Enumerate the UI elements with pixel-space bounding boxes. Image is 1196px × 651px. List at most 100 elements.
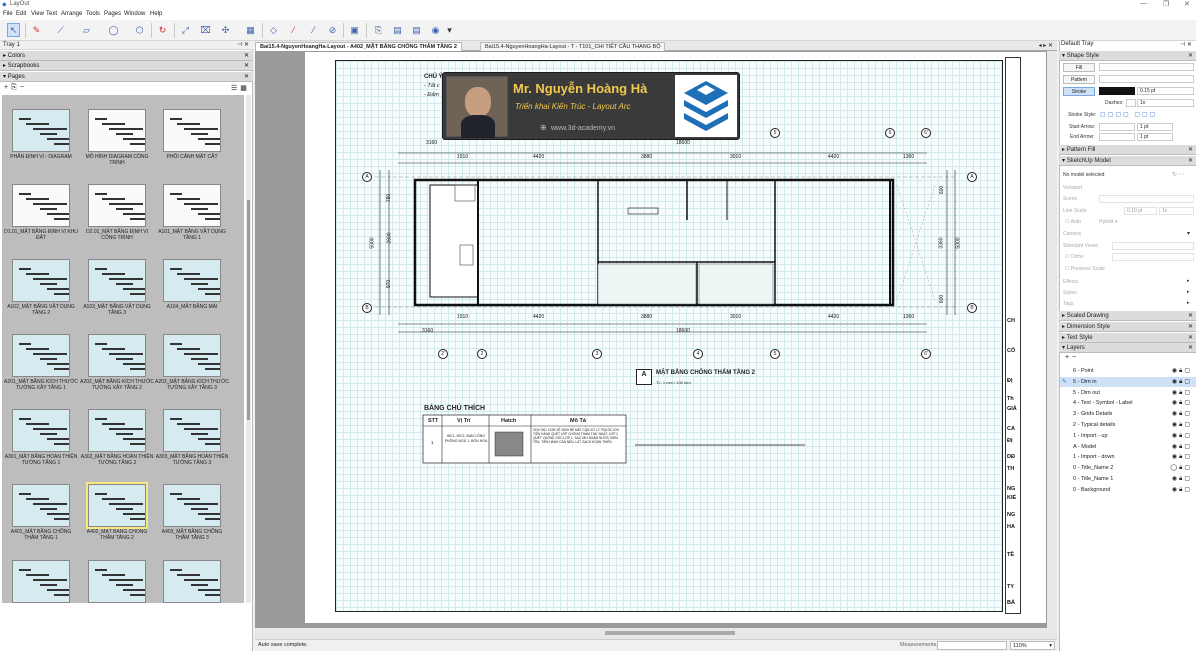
close-icon[interactable]: ✕ xyxy=(1188,156,1193,166)
layer-row[interactable]: ✎ 5 - Dim in ◉🔒︎▢ xyxy=(1060,376,1196,387)
scroll-thumb[interactable] xyxy=(247,200,250,420)
visibility-eye-icon[interactable]: ◉🔒︎▢ xyxy=(1172,409,1192,419)
auto-checkbox[interactable]: ☐ Auto xyxy=(1065,219,1081,225)
menu-pages[interactable]: Pages xyxy=(104,11,121,17)
page-thumbnail[interactable]: A302_MẶT BẰNG HOÀN THIỆN TƯỜNG TẦNG 2 xyxy=(80,409,154,466)
layer-row[interactable]: 4 - Text - Symbol - Label ◉🔒︎▢ xyxy=(1060,398,1196,408)
visibility-eye-icon[interactable]: ◉🔒︎▢ xyxy=(1172,420,1192,430)
line-scale-mult[interactable]: 1x xyxy=(1159,207,1194,215)
page-thumbnail[interactable] xyxy=(155,560,229,603)
duplicate-page-icon[interactable]: ▤ xyxy=(410,23,423,37)
sample-icon[interactable]: ⁄ xyxy=(307,23,320,37)
dash-scale-select[interactable]: 1x xyxy=(1137,99,1194,107)
page-thumbnail[interactable]: A202_MẶT BẰNG KÍCH THƯỚC TƯỜNG XÂY TẦNG … xyxy=(80,334,154,391)
pages-section-header[interactable]: ▾ Pages ✕ xyxy=(0,72,253,82)
visibility-eye-icon[interactable]: ◉🔒︎▢ xyxy=(1172,366,1192,376)
page-thumbnail[interactable] xyxy=(4,560,78,603)
refresh-icon[interactable]: ↻ ⋯ xyxy=(1172,171,1185,178)
close-window-button[interactable]: ✕ xyxy=(1184,0,1190,8)
fill-swatch[interactable] xyxy=(1099,63,1194,71)
close-icon[interactable]: ✕ xyxy=(1188,51,1193,61)
menu-edit[interactable]: Edit xyxy=(16,11,26,17)
pattern-swatch[interactable] xyxy=(1099,75,1194,83)
page-thumbnail[interactable]: A401_MẶT BẰNG CHỐNG THẤM TẦNG 1 xyxy=(4,484,78,541)
dimension-icon[interactable]: ⤢ xyxy=(179,23,192,37)
scene-select[interactable] xyxy=(1099,195,1194,203)
close-icon[interactable]: ✕ xyxy=(1188,343,1193,353)
fill-button[interactable]: Fill xyxy=(1063,63,1095,72)
menu-text[interactable]: Text xyxy=(46,11,57,17)
document-tab-active[interactable]: Bai15.4-NguyenHoangHa-Layout - A402_MẶT … xyxy=(255,42,462,51)
visibility-eye-icon[interactable]: ◉🔒︎▢ xyxy=(1172,398,1192,408)
layer-row[interactable]: A - Model ◉🔒︎▢ xyxy=(1060,442,1196,452)
start-arrow-select[interactable] xyxy=(1099,123,1135,131)
scrapbooks-section-header[interactable]: ▸ Scrapbooks ✕ xyxy=(0,61,253,71)
page-thumbnail[interactable]: A201_MẶT BẰNG KÍCH THƯỚC TƯỜNG XÂY TẦNG … xyxy=(4,334,78,391)
zoom-select[interactable]: 110% ▾ xyxy=(1010,641,1055,650)
layer-row[interactable]: 0 - Background ◉🔒︎▢ xyxy=(1060,485,1196,495)
visibility-eye-icon[interactable]: ◉🔒︎▢ xyxy=(1172,474,1192,484)
tags-row[interactable]: Tags xyxy=(1063,301,1074,307)
canvas-horizontal-scrollbar[interactable] xyxy=(255,628,1057,639)
presentation-icon[interactable]: ▣ xyxy=(348,23,361,37)
line-icon[interactable]: ⟋ xyxy=(54,23,67,37)
ortho-scale-select[interactable] xyxy=(1112,253,1194,261)
join-icon[interactable]: ⊘ xyxy=(326,23,339,37)
page-thumbnail[interactable]: A203_MẶT BẰNG KÍCH THƯỚC TƯỜNG XÂY TẦNG … xyxy=(155,334,229,391)
add-page-icon[interactable]: ⎘ xyxy=(372,23,385,37)
close-icon[interactable]: ✕ xyxy=(1188,311,1193,321)
page-thumbnail[interactable]: A403_MẶT BẰNG CHỐNG THẤM TẦNG 3 xyxy=(155,484,229,541)
page-thumbnail[interactable]: PHỐI CẢNH MẶT CẮT xyxy=(155,109,229,160)
canvas-vertical-scrollbar[interactable] xyxy=(1047,51,1057,628)
effects-row[interactable]: Effects xyxy=(1063,279,1078,285)
menu-tools[interactable]: Tools xyxy=(86,11,100,17)
tabs-close-icon[interactable]: ◂ ▸ ✕ xyxy=(1039,42,1053,49)
dimension-style-header[interactable]: ▸ Dimension Style ✕ xyxy=(1059,322,1196,332)
document-tab[interactable]: Bai15.4-NguyenHoangHa-Layout - T - T101_… xyxy=(480,42,666,51)
close-icon[interactable]: ✕ xyxy=(1188,333,1193,343)
page-thumbnail[interactable]: PHÂN ĐỊNH VỊ - DIAGRAM xyxy=(4,109,78,160)
page-icon[interactable]: ▤ xyxy=(391,23,404,37)
hidden-eye-icon[interactable]: ◯🔒︎▢ xyxy=(1170,463,1192,473)
menu-window[interactable]: Window xyxy=(124,11,145,17)
dashes-select[interactable] xyxy=(1126,99,1136,107)
grid-view-icon[interactable]: ▦ xyxy=(240,85,250,92)
close-icon[interactable]: ✕ xyxy=(244,51,249,61)
layers-header[interactable]: ▾ Layers ✕ xyxy=(1059,343,1196,353)
layer-row[interactable]: 6 - Point ◉🔒︎▢ xyxy=(1060,366,1196,376)
close-icon[interactable]: ✕ xyxy=(244,61,249,71)
end-arrow-select[interactable] xyxy=(1099,133,1135,141)
close-icon[interactable]: ✕ xyxy=(1188,145,1193,155)
account-icon[interactable]: ◉ xyxy=(429,23,442,37)
maximize-button[interactable]: ❐ xyxy=(1163,0,1169,8)
select-tool-icon[interactable]: ↖ xyxy=(7,23,20,37)
page-thumbnail[interactable] xyxy=(80,560,154,603)
close-icon[interactable]: ✕ xyxy=(1188,322,1193,332)
remove-page-button[interactable]: − xyxy=(20,84,27,91)
visibility-eye-icon[interactable]: ◉🔒︎▢ xyxy=(1172,388,1192,398)
close-icon[interactable]: ✕ xyxy=(244,72,249,82)
scaled-drawing-header[interactable]: ▸ Scaled Drawing ✕ xyxy=(1059,311,1196,321)
page-thumbnail[interactable]: A402_MẶT BẰNG CHỐNG THẤM TẦNG 2 xyxy=(80,482,154,541)
standard-views-select[interactable] xyxy=(1112,242,1194,250)
visibility-eye-icon[interactable]: ◉🔒︎▢ xyxy=(1172,442,1192,452)
stroke-color-swatch[interactable] xyxy=(1099,87,1135,95)
label-icon[interactable]: ⌧ xyxy=(199,23,212,37)
layer-row[interactable]: 0 - Title_Name 2 ◯🔒︎▢ xyxy=(1060,463,1196,473)
layer-row[interactable]: 1 - Import - up ◉🔒︎▢ xyxy=(1060,431,1196,441)
page-thumbnail[interactable]: A102_MẶT BẰNG VẬT DỤNG TẦNG 2 xyxy=(4,259,78,316)
start-arrow-size[interactable]: 1 pt xyxy=(1137,123,1173,131)
pattern-button[interactable]: Pattern xyxy=(1063,75,1095,84)
text-style-header[interactable]: ▸ Text Style ✕ xyxy=(1059,333,1196,343)
stroke-style-buttons[interactable]: ▢▢▢▢ ▢▢▢ xyxy=(1100,111,1157,118)
visibility-eye-icon[interactable]: ◉🔒︎▢ xyxy=(1172,431,1192,441)
styles-row[interactable]: Styles xyxy=(1063,290,1077,296)
eraser-icon[interactable]: ◇ xyxy=(267,23,280,37)
remove-layer-button[interactable]: − xyxy=(1072,354,1079,361)
shape-style-header[interactable]: ▾ Shape Style ✕ xyxy=(1059,51,1196,61)
table-icon[interactable]: ▦ xyxy=(244,23,257,37)
page-thumbnail[interactable]: MÔ HÌNH DIAGRAM CÔNG TRÌNH xyxy=(80,109,154,166)
colors-section-header[interactable]: ▸ Colors ✕ xyxy=(0,51,253,61)
duplicate-page-button[interactable]: ⎘ xyxy=(11,84,20,91)
layer-row[interactable]: 0 - Title_Name 1 ◉🔒︎▢ xyxy=(1060,474,1196,484)
